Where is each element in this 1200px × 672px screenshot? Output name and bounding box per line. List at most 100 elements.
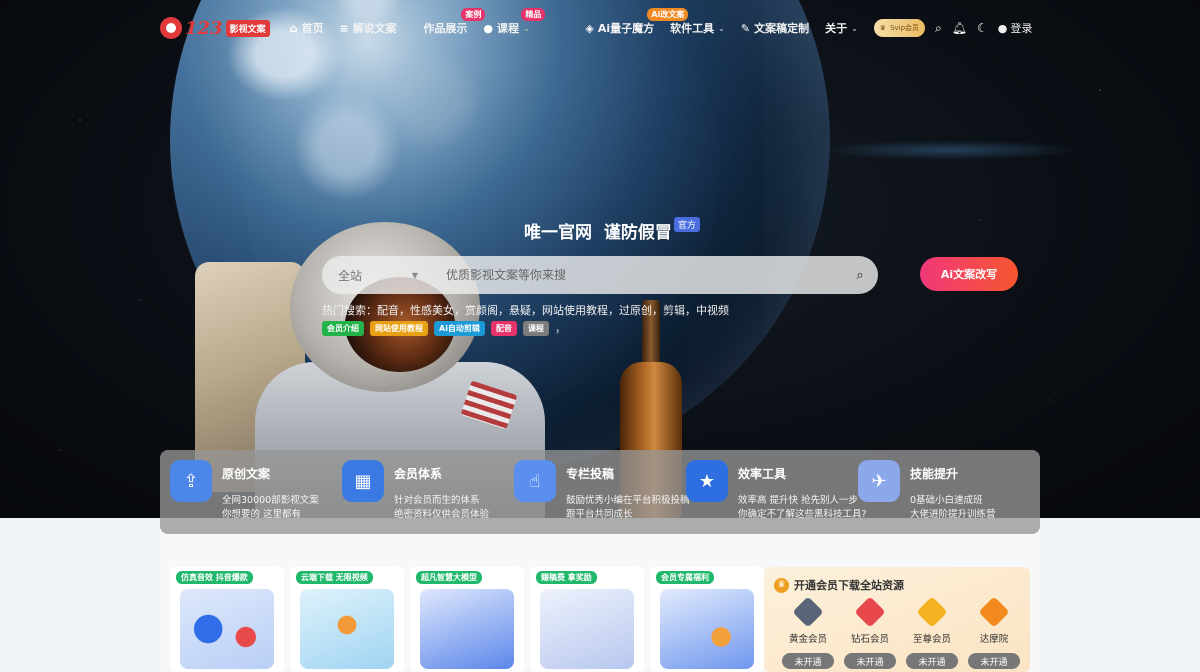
chevron-down-icon: ⌄ <box>400 23 408 33</box>
home-icon: ⌂ <box>289 21 298 35</box>
user-icon: ● <box>483 21 493 35</box>
search-scope-select[interactable]: 全站 ▼ <box>322 267 432 284</box>
quick-tag[interactable]: 配音 <box>490 320 517 336</box>
touch-screen-icon: ☝ <box>514 460 556 502</box>
bell-icon[interactable]: 🔔︎ <box>952 21 967 35</box>
hero-slogan: 唯一官网 谨防假冒 官方 <box>524 217 700 243</box>
cloud-download-icon <box>300 589 394 669</box>
feature-text: 效率工具效率高 提升快 抢先别人一步 你确定不了解这些黑科技工具? <box>738 460 867 534</box>
promo-card[interactable]: 赚稿费 拿奖励 <box>530 567 644 672</box>
vip-tiers: 黄金会员 未开通 钻石会员 未开通 至尊会员 未开通 达摩院 未开通 <box>782 596 1020 669</box>
feature-item[interactable]: ✈ 技能提升 0基础小白速成班 大佬进阶提升训练营 <box>858 450 1030 534</box>
edit-icon: ✎ <box>740 21 751 35</box>
feature-desc: 你确定不了解这些黑科技工具? <box>738 509 867 520</box>
feature-title: 会员体系 <box>394 467 443 481</box>
hot-search-links[interactable]: 热门搜索：配音，性感美女，赏颜阁，悬疑，网站使用教程，过原创，剪辑，中视频 <box>322 302 729 318</box>
nav-item-4[interactable]: ● 课程 ⌄ 精品 <box>483 8 569 36</box>
promo-card[interactable]: 仿真音效 抖音爆款 <box>170 567 284 672</box>
tag-separator: ， <box>554 322 566 335</box>
nav-item-7[interactable]: ✎ 文案稿定制 <box>741 20 809 36</box>
feature-desc: 大佬进阶提升训练营 <box>910 509 996 520</box>
quick-tag[interactable]: 会员介绍 <box>322 320 364 336</box>
official-badge: 官方 <box>673 217 700 232</box>
chevron-down-icon: ⌄ <box>718 23 725 33</box>
quick-tag[interactable]: 网站使用教程 <box>370 320 428 336</box>
tier-name: 钻石会员 <box>850 634 889 645</box>
vip-title: ♛ 开通会员下载全站资源 <box>774 577 904 593</box>
cloud-upload-icon: ⇪ <box>170 460 212 502</box>
headphone-mic-icon <box>180 589 274 669</box>
nav-tag: 案例 <box>461 8 486 21</box>
ai-rewrite-button[interactable]: Ai文案改写 <box>920 257 1018 291</box>
quick-tag[interactable]: 课程 <box>522 320 549 336</box>
site-logo[interactable]: 123 影视文案 <box>160 17 270 39</box>
crown-icon: ♛ <box>774 577 789 593</box>
nav-item-1[interactable]: ⌂ 首页 <box>290 20 324 36</box>
moon-icon[interactable]: ☾ <box>977 21 988 35</box>
tier-status-button[interactable]: 未开通 <box>844 653 896 669</box>
chevron-down-icon: ⌄ <box>523 23 530 33</box>
damo-icon <box>978 596 1010 628</box>
nav-item-label: 课程 <box>497 22 519 35</box>
search-icon[interactable]: ⌕ <box>935 21 942 36</box>
svip-button[interactable]: ♛ Svip会员 <box>873 19 926 37</box>
search-submit-icon[interactable]: ⌕ <box>842 268 878 283</box>
feature-title: 效率工具 <box>738 467 787 481</box>
nav-item-label: 关于 <box>825 22 848 35</box>
nav-item-label: 文案稿定制 <box>754 22 810 35</box>
svip-label: Svip会员 <box>890 24 920 32</box>
nav-item-label: 软件工具 <box>670 22 715 35</box>
search-bar: 全站 ▼ ⌕ <box>322 256 878 294</box>
feature-item[interactable]: ⇪ 原创文案 全网30000部影视文案 你想要的 这里都有 <box>170 450 342 534</box>
feature-desc: 跟平台共同成长 <box>566 509 633 520</box>
feature-text: 专栏投稿 鼓励优秀小编在平台积极投稿 跟平台共同成长 <box>566 460 690 534</box>
logo-icon <box>160 17 182 39</box>
feature-item[interactable]: ▦ 会员体系 针对会员而生的体系 绝密资料仅供会员体验 <box>342 450 514 534</box>
card-label: 赚稿费 拿奖励 <box>536 571 597 584</box>
card-label: 会员专属福利 <box>656 571 714 584</box>
card-label: 超凡智慧大模型 <box>416 571 482 584</box>
nav-item-label: Ai量子魔方 <box>597 22 655 35</box>
vip-panel: ♛ 开通会员下载全站资源 黄金会员 未开通 钻石会员 未开通 至尊会员 未开通 达摩院 未开通 <box>764 567 1030 672</box>
nav-tag: 精品 <box>521 8 546 21</box>
nav-item-6[interactable]: 软件工具 ⌄ <box>670 20 725 36</box>
nav-item-label: 作品展示 <box>423 22 468 35</box>
vip-title-text: 开通会员下载全站资源 <box>794 579 904 592</box>
ai-computer-icon <box>420 589 514 669</box>
nav-menu: ⌂ 首页 ≡ 解说文案 ⌄ 作品展示 案例 ● 课程 ⌄ 精品 ◈ Ai量子魔方 Ai改文案 软件工具 ⌄ ✎ 文… <box>290 8 874 36</box>
tier-status-button[interactable]: 未开通 <box>968 653 1020 669</box>
feature-item[interactable]: ★ 效率工具 效率高 提升快 抢先别人一步 你确定不了解这些黑科技工具? <box>686 450 867 534</box>
card-label: 云端下载 无限视频 <box>296 571 373 584</box>
promo-card[interactable]: 云端下载 无限视频 <box>290 567 404 672</box>
tier-name: 至尊会员 <box>912 634 951 645</box>
nav-item-label: 解说文案 <box>352 22 397 35</box>
member-gift-icon <box>660 589 754 669</box>
quick-tag[interactable]: Ai自动剪辑 <box>434 320 485 336</box>
search-scope-label: 全站 <box>338 268 363 283</box>
nav-item-8[interactable]: 关于 ⌄ <box>825 20 858 36</box>
nav-item-3[interactable]: 作品展示 案例 <box>423 8 486 36</box>
star-tool-icon: ★ <box>686 460 728 502</box>
vip-tier: 至尊会员 未开通 <box>906 596 958 669</box>
gold-crown-icon <box>792 596 824 628</box>
login-button[interactable]: ● 登录 <box>998 20 1033 36</box>
tier-name: 黄金会员 <box>788 634 827 645</box>
tier-status-button[interactable]: 未开通 <box>782 653 834 669</box>
feature-title: 技能提升 <box>910 467 959 481</box>
feature-desc: 全网30000部影视文案 <box>222 495 319 506</box>
promo-card[interactable]: 会员专属福利 <box>650 567 764 672</box>
feature-desc: 效率高 提升快 抢先别人一步 <box>738 495 859 506</box>
card-label: 仿真音效 抖音爆款 <box>176 571 253 584</box>
promo-cards: 仿真音效 抖音爆款 云端下载 无限视频 超凡智慧大模型 赚稿费 拿奖励 会员专属福利 <box>170 567 764 672</box>
feature-text: 原创文案 全网30000部影视文案 你想要的 这里都有 <box>222 460 319 534</box>
tier-status-button[interactable]: 未开通 <box>906 653 958 669</box>
user-icon: ● <box>997 21 1008 35</box>
nav-item-label: 首页 <box>301 22 324 35</box>
nav-item-5[interactable]: ◈ Ai量子魔方 Ai改文案 <box>585 8 689 36</box>
promo-card[interactable]: 超凡智慧大模型 <box>410 567 524 672</box>
search-input[interactable] <box>432 268 842 282</box>
nav-item-2[interactable]: ≡ 解说文案 ⌄ <box>339 20 407 36</box>
crown-icon: ♛ <box>879 24 887 32</box>
feature-text: 技能提升 0基础小白速成班 大佬进阶提升训练营 <box>910 460 996 534</box>
feature-item[interactable]: ☝ 专栏投稿 鼓励优秀小编在平台积极投稿 跟平台共同成长 <box>514 450 690 534</box>
